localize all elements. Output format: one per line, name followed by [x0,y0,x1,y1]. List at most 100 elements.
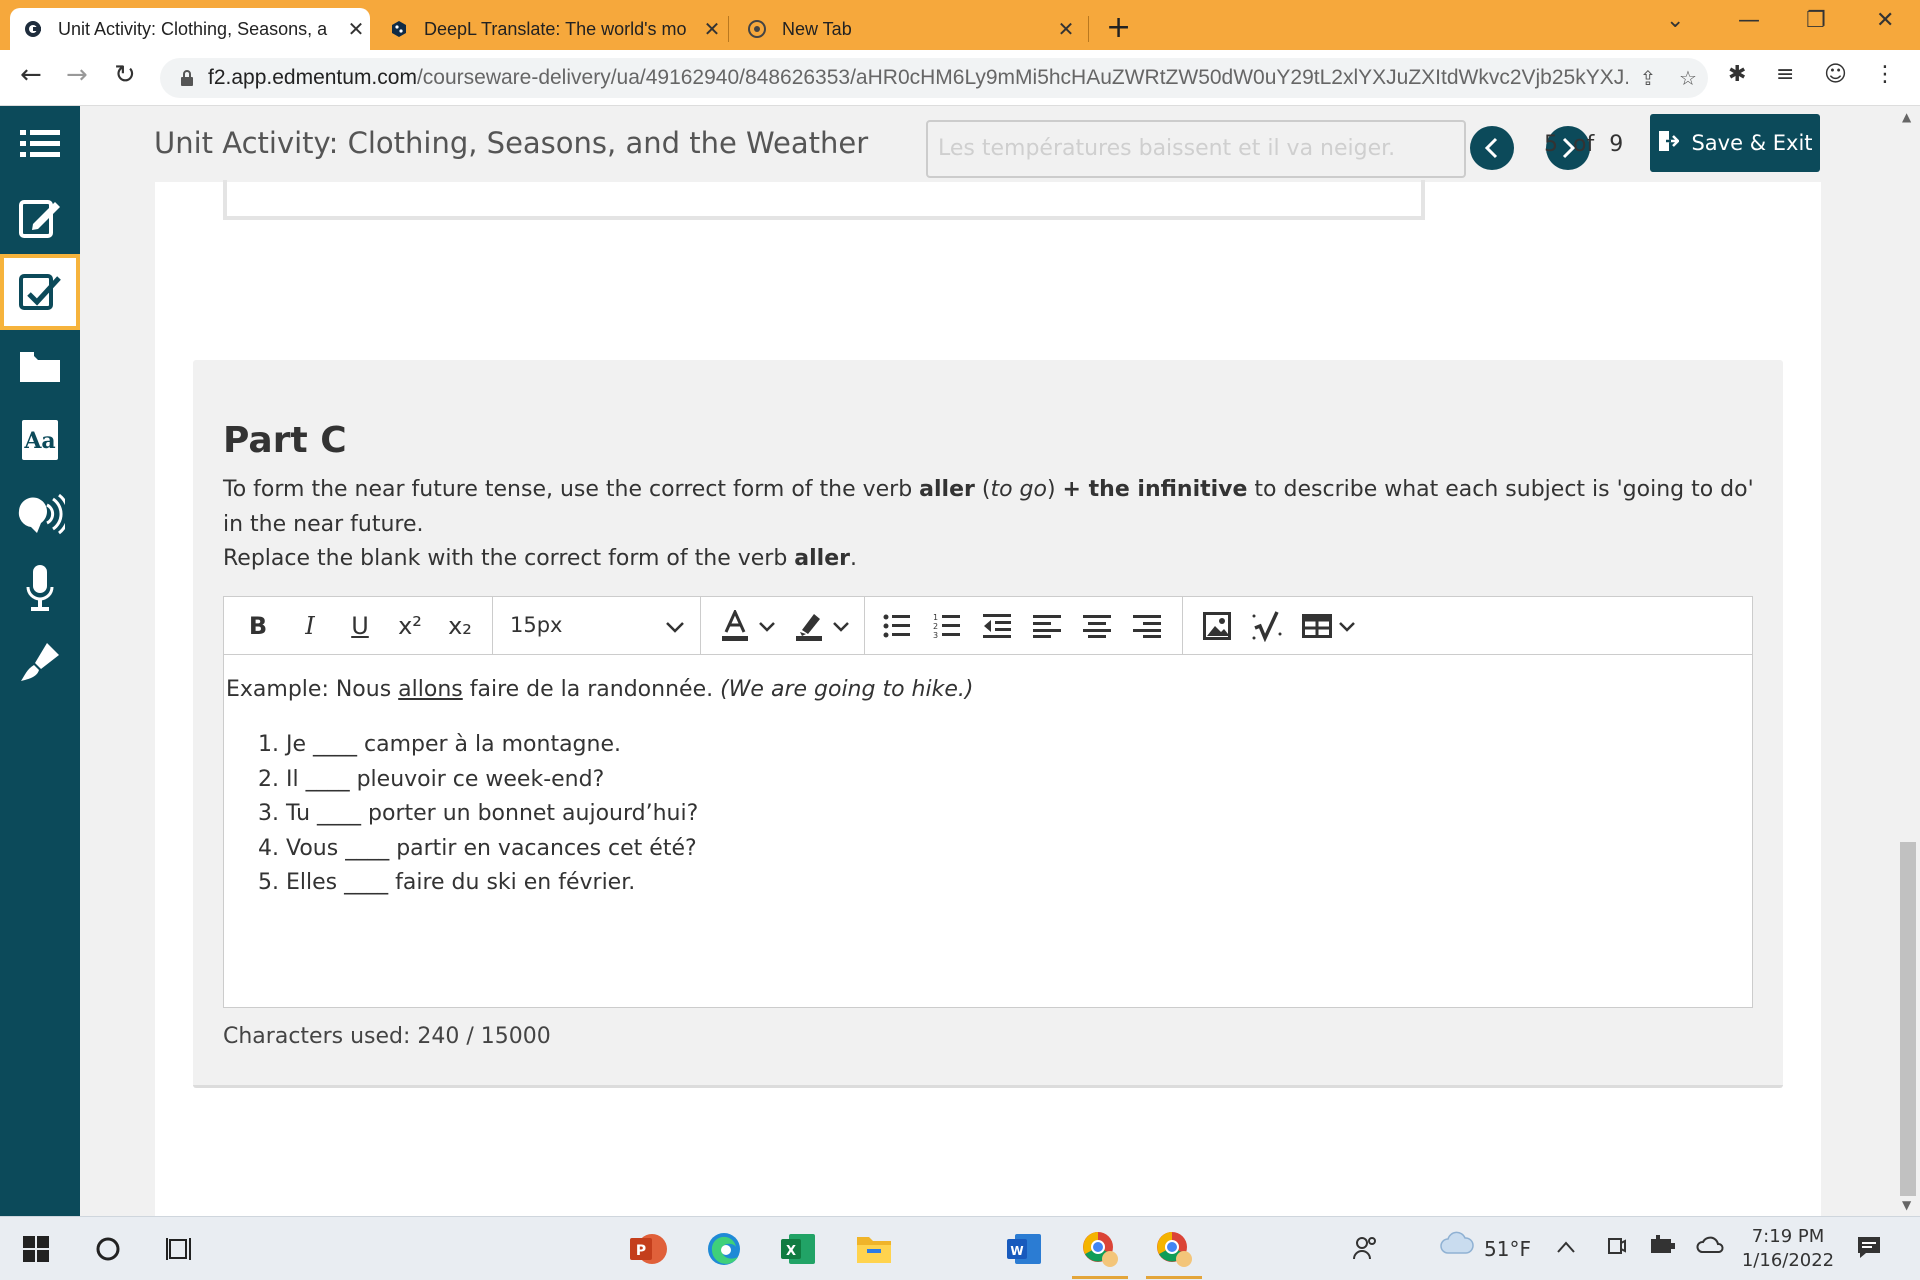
url-text: f2.app.edmentum.com/courseware-delivery/… [208,66,1628,89]
exit-door-icon [1657,130,1681,157]
svg-text:3: 3 [933,631,938,640]
cloud-weather-icon[interactable] [1440,1231,1474,1260]
toolbar-divider [1182,597,1183,655]
share-icon[interactable]: ⇪ [1628,66,1668,90]
font-size-select[interactable]: 15px [510,613,562,637]
bookmark-star-icon[interactable]: ☆ [1668,66,1708,90]
extensions-puzzle-icon[interactable]: ✱ [1728,62,1746,87]
excel-icon[interactable]: X [778,1229,818,1269]
chevron-up-icon[interactable] [1556,1235,1576,1259]
scroll-down-arrow-icon[interactable]: ▼ [1902,1198,1911,1212]
minimize-icon[interactable]: — [1738,8,1760,33]
superscript-icon[interactable]: x² [392,609,428,643]
sidebar-item-glossary[interactable]: Aa [0,402,80,478]
address-bar[interactable]: f2.app.edmentum.com/courseware-delivery/… [160,58,1708,98]
chrome-profile-2-icon[interactable] [1146,1229,1202,1279]
underline-icon[interactable]: U [344,609,376,643]
restore-icon[interactable]: ❐ [1806,8,1826,33]
svg-text:1: 1 [933,613,938,622]
word-icon[interactable]: W [1004,1229,1044,1269]
windows-start-icon[interactable] [16,1229,56,1269]
align-center-icon[interactable] [1080,609,1114,643]
font-color-icon[interactable] [718,609,752,643]
bullet-list-icon[interactable] [880,609,914,643]
file-explorer-icon[interactable] [854,1229,894,1269]
editor-toolbar: B I U x² x₂ 15px 1 2 3 [224,597,1752,655]
outdent-icon[interactable] [980,609,1014,643]
powerpoint-icon[interactable]: P [628,1229,668,1269]
subscript-icon[interactable]: x₂ [442,609,478,643]
scrollbar-thumb[interactable] [1900,842,1916,1196]
browser-tab-strip: Unit Activity: Clothing, Seasons, a ✕ De… [0,0,1920,50]
bold-icon[interactable]: B [242,609,274,643]
edge-browser-icon[interactable] [704,1229,744,1269]
forward-arrow-icon[interactable]: → [66,60,88,90]
list-item: Vous ____ partir en vacances cet été? [286,832,1750,867]
chevron-down-icon[interactable] [1338,621,1356,633]
chevron-down-icon[interactable] [758,621,776,633]
page-scrollbar[interactable]: ▲ ▼ [1896,106,1920,1216]
tab-unit-activity[interactable]: Unit Activity: Clothing, Seasons, a ✕ [10,8,370,50]
chrome-menu-icon[interactable]: ⋮ [1874,62,1896,87]
chevron-down-icon[interactable] [832,621,850,633]
svg-text:X: X [786,1244,796,1259]
editor-body[interactable]: Example: Nous allons faire de la randonn… [224,655,1752,1007]
notification-center-icon[interactable] [1856,1235,1882,1264]
italic-icon[interactable]: I [294,609,326,643]
scroll-up-arrow-icon[interactable]: ▲ [1902,110,1911,124]
previous-page-button[interactable] [1470,126,1514,170]
tab-search-chevron-icon[interactable]: ⌄ [1666,8,1684,33]
align-left-icon[interactable] [1030,609,1064,643]
svg-text:2: 2 [933,622,938,631]
list-menu-icon [20,130,60,157]
onedrive-cloud-icon[interactable] [1696,1235,1724,1259]
insert-table-icon[interactable] [1300,609,1334,643]
sidebar-item-draw[interactable] [0,624,80,700]
svg-text:Aa: Aa [23,428,55,454]
profile-avatar-icon[interactable]: ☺ [1824,62,1847,87]
task-view-icon[interactable] [160,1229,200,1269]
sidebar-item-activity[interactable] [0,254,80,330]
close-window-icon[interactable]: ✕ [1876,8,1894,33]
browser-toolbar: ← → ↻ f2.app.edmentum.com/courseware-del… [0,50,1920,106]
insert-image-icon[interactable] [1200,609,1234,643]
previous-response-box [223,180,1425,220]
chevron-down-icon[interactable] [664,621,686,633]
battery-icon[interactable] [1650,1235,1676,1260]
course-sidebar: Aa [0,106,80,1216]
sidebar-item-files[interactable] [0,328,80,404]
numbered-list-icon[interactable]: 123 [930,609,964,643]
back-arrow-icon[interactable]: ← [20,60,42,90]
save-exit-button[interactable]: Save & Exit [1650,114,1820,172]
deepl-favicon-icon [390,20,408,38]
reload-icon[interactable]: ↻ [114,60,136,90]
highlight-color-icon[interactable] [792,609,826,643]
svg-text:W: W [1010,1244,1023,1258]
part-c-section: Part C To form the near future tense, us… [193,360,1783,1088]
close-tab-icon[interactable]: ✕ [698,17,726,42]
tab-title: Unit Activity: Clothing, Seasons, a [58,18,328,39]
instructions: To form the near future tense, use the c… [223,477,1754,537]
system-clock[interactable]: 7:19 PM 1/16/2022 [1738,1225,1838,1273]
example-sentence: Example: Nous allons faire de la randonn… [226,677,974,702]
search-circle-icon[interactable] [88,1229,128,1269]
media-queue-icon[interactable]: ≡ [1776,62,1794,87]
new-tab-plus-icon[interactable]: + [1106,10,1131,45]
align-right-icon[interactable] [1130,609,1164,643]
equation-icon[interactable] [1250,609,1284,643]
close-tab-icon[interactable]: ✕ [342,17,370,42]
windows-taskbar: P X W 51°F 7:19 PM 1/16/2022 [0,1216,1920,1280]
sidebar-item-record[interactable] [0,550,80,626]
clock-date: 1/16/2022 [1741,1250,1835,1271]
meet-now-icon[interactable] [1606,1235,1626,1262]
tab-deepl[interactable]: DeepL Translate: The world's mo ✕ [376,8,726,50]
people-icon[interactable] [1352,1235,1378,1266]
chrome-profile-1-icon[interactable] [1072,1229,1128,1279]
sidebar-item-read-aloud[interactable] [0,476,80,552]
close-tab-icon[interactable]: ✕ [1052,17,1080,42]
weather-temperature[interactable]: 51°F [1484,1237,1531,1261]
list-item: Tu ____ porter un bonnet aujourd’hui? [286,797,1750,832]
tab-new-tab[interactable]: New Tab ✕ [734,8,1080,50]
sidebar-item-notes[interactable] [0,180,80,256]
sidebar-item-menu[interactable] [0,106,80,182]
